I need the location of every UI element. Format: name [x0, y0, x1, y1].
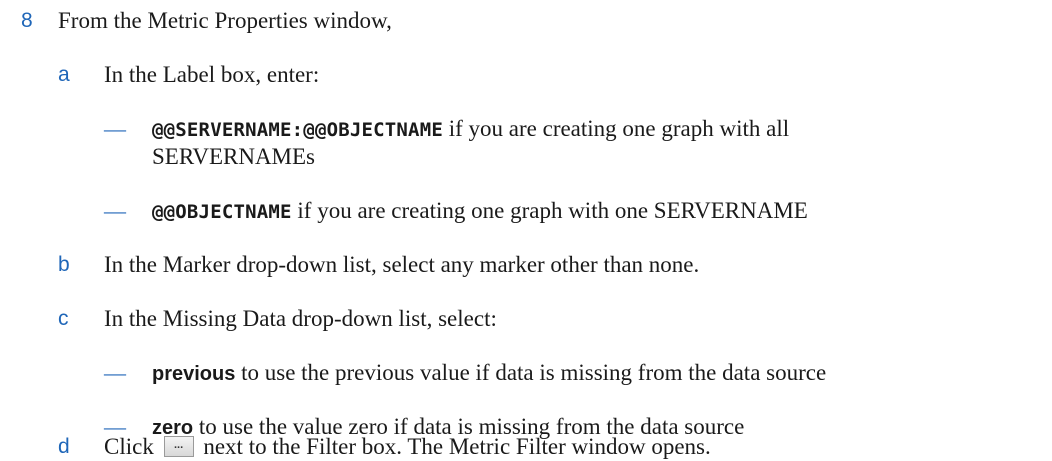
substep-letter-a: a	[58, 63, 70, 86]
substep-letter-c: c	[58, 307, 69, 330]
click-description: next to the Filter box. The Metric Filte…	[203, 434, 711, 459]
step-text: From the Metric Properties window,	[58, 8, 392, 33]
substep-letter-d: d	[58, 435, 70, 458]
ellipsis-button-icon: ...	[163, 436, 194, 457]
option-description-cont: SERVERNAMEs	[152, 144, 316, 169]
substep-d-text: Click ... next to the Filter box. The Me…	[104, 433, 711, 461]
button-dots: ...	[174, 439, 184, 451]
option-description: to use the previous value if data is mis…	[235, 360, 827, 385]
substep-letter-b: b	[58, 253, 70, 276]
missing-data-option-previous: previous to use the previous value if da…	[152, 359, 826, 388]
code-text: @@SERVERNAME:@@OBJECTNAME	[152, 119, 443, 141]
code-text: @@OBJECTNAME	[152, 201, 292, 223]
label-option-servername: @@SERVERNAME:@@OBJECTNAME if you are cre…	[152, 115, 789, 144]
substep-b-text: In the Marker drop-down list, select any…	[104, 252, 700, 277]
option-description: if you are creating one graph with one S…	[291, 198, 808, 223]
bullet-dash: —	[104, 198, 126, 223]
ui-term: previous	[152, 363, 236, 385]
step-number: 8	[21, 9, 33, 32]
bullet-dash: —	[104, 116, 126, 141]
substep-c-text: In the Missing Data drop-down list, sele…	[104, 306, 497, 331]
option-description: if you are creating one graph with all	[442, 116, 790, 141]
label-option-objectname: @@OBJECTNAME if you are creating one gra…	[152, 197, 808, 226]
substep-a-text: In the Label box, enter:	[104, 62, 320, 87]
click-word: Click	[104, 434, 154, 459]
bullet-dash: —	[104, 360, 126, 385]
